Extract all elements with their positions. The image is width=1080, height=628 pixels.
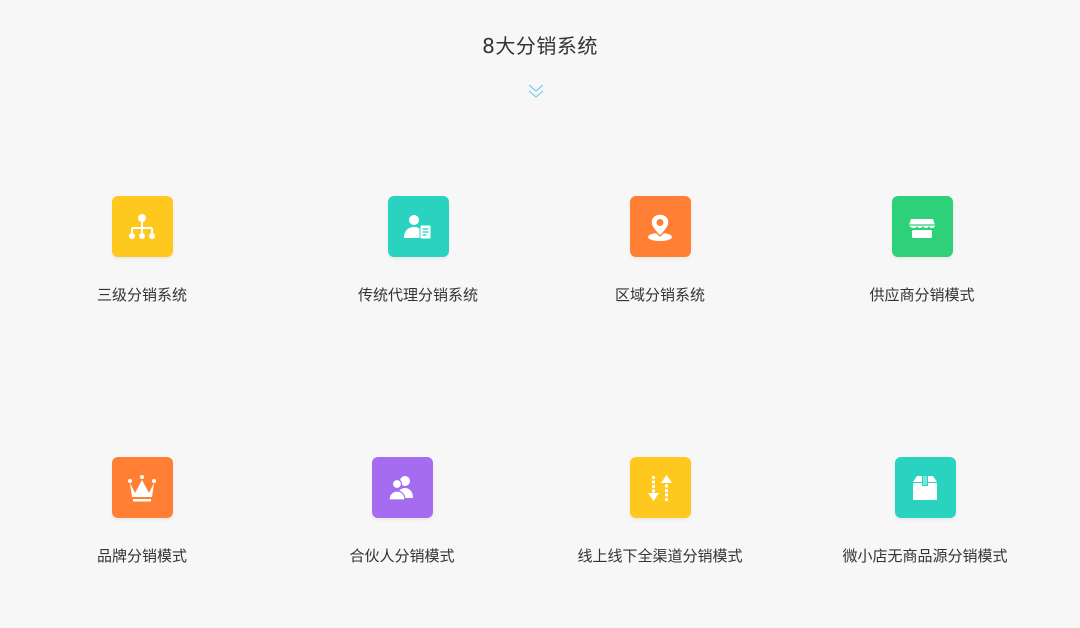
feature-three-level[interactable]: 三级分销系统 bbox=[12, 196, 272, 305]
feature-label: 品牌分销模式 bbox=[96, 547, 187, 565]
feature-label: 供应商分销模式 bbox=[869, 286, 975, 304]
location-pin-icon bbox=[648, 212, 672, 241]
double-chevron-down-icon bbox=[528, 84, 544, 98]
feature-icon-box bbox=[894, 457, 956, 518]
section-title: 8大分销系统 bbox=[482, 34, 598, 58]
feature-icon-box bbox=[111, 196, 173, 257]
feature-label: 合伙人分销模式 bbox=[349, 547, 455, 565]
store-icon bbox=[909, 218, 935, 238]
feature-regional[interactable]: 区域分销系统 bbox=[530, 196, 790, 305]
up-down-arrows-icon bbox=[648, 474, 672, 501]
feature-partner[interactable]: 合伙人分销模式 bbox=[272, 457, 532, 566]
box-icon bbox=[913, 475, 937, 500]
feature-icon-box bbox=[629, 457, 691, 518]
feature-label: 区域分销系统 bbox=[614, 286, 705, 304]
feature-icon-box bbox=[891, 196, 953, 257]
feature-supplier[interactable]: 供应商分销模式 bbox=[792, 196, 1052, 305]
feature-label: 微小店无商品源分销模式 bbox=[842, 547, 1008, 565]
feature-icon-box bbox=[387, 196, 449, 257]
feature-icon-box bbox=[111, 457, 173, 518]
crown-icon bbox=[128, 474, 156, 501]
feature-traditional-agent[interactable]: 传统代理分销系统 bbox=[288, 196, 548, 305]
feature-label: 三级分销系统 bbox=[96, 286, 187, 304]
feature-icon-box bbox=[371, 457, 433, 518]
hierarchy-icon bbox=[129, 213, 155, 239]
feature-label: 传统代理分销系统 bbox=[357, 286, 478, 304]
feature-label: 线上线下全渠道分销模式 bbox=[577, 547, 743, 565]
partners-icon bbox=[388, 475, 413, 501]
feature-icon-box bbox=[629, 196, 691, 257]
agent-document-icon bbox=[404, 214, 432, 239]
feature-brand[interactable]: 品牌分销模式 bbox=[12, 457, 272, 566]
feature-micro-store[interactable]: 微小店无商品源分销模式 bbox=[795, 457, 1055, 566]
feature-omnichannel[interactable]: 线上线下全渠道分销模式 bbox=[530, 457, 790, 566]
